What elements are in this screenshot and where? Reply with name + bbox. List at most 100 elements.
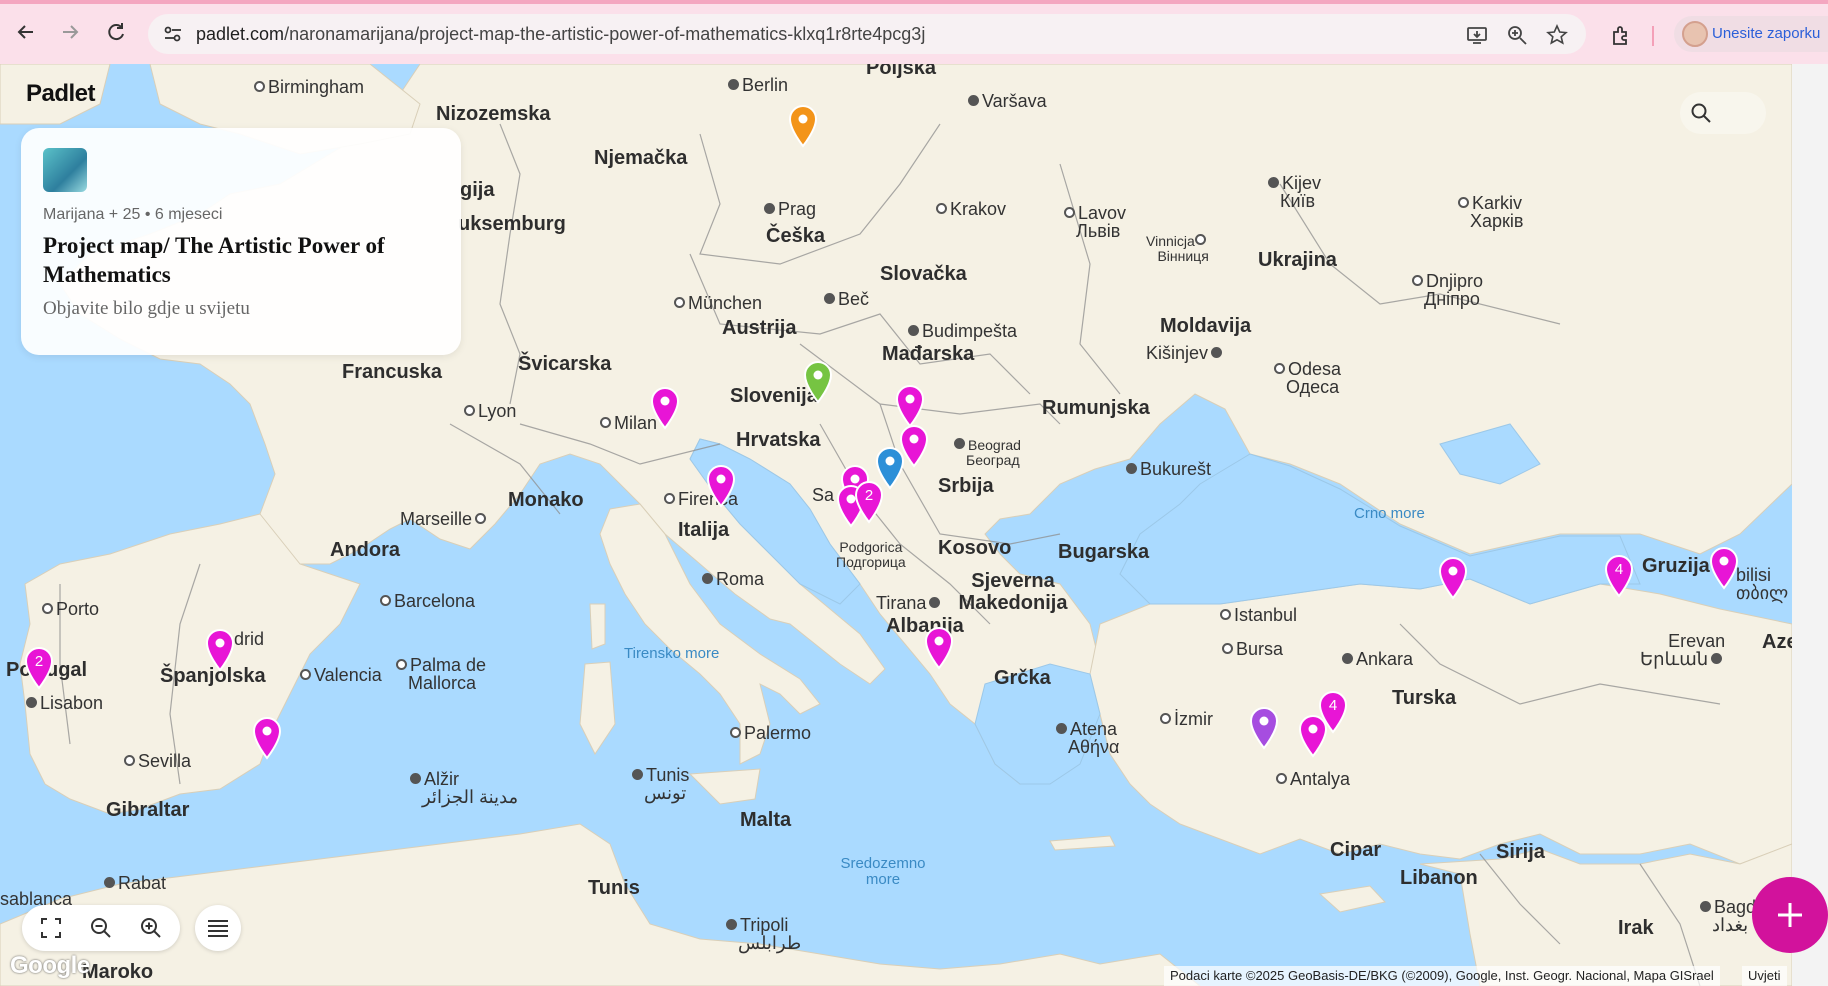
map-pin-tbilisi[interactable] bbox=[1707, 544, 1741, 590]
map-cluster-turkey[interactable]: 4 bbox=[1316, 688, 1350, 734]
label-irak: Irak bbox=[1618, 917, 1654, 939]
address-bar[interactable]: padlet.com/naronamarijana/project-map-th… bbox=[148, 14, 1586, 54]
map-terms-link[interactable]: Uvjeti bbox=[1742, 966, 1787, 986]
city-tunis: Tunis تونس bbox=[632, 766, 689, 802]
profile-label: Unesite zaporku bbox=[1712, 25, 1821, 42]
label-maroko: Maroko bbox=[82, 961, 154, 983]
fullscreen-icon[interactable] bbox=[38, 915, 64, 941]
menu-lines-icon bbox=[208, 920, 228, 937]
city-barcelona: Barcelona bbox=[380, 592, 475, 610]
label-azerbajdzan: Azer bbox=[1762, 631, 1792, 653]
map-pin-black-sea[interactable] bbox=[1436, 554, 1470, 600]
list-view-button[interactable] bbox=[195, 905, 241, 951]
city-sarajevo: Sa bbox=[812, 485, 835, 505]
zoom-out-icon[interactable] bbox=[88, 915, 114, 941]
map-attribution[interactable]: Podaci karte ©2025 GeoBasis-DE/BKG (©200… bbox=[1164, 966, 1720, 986]
label-austrija: Austrija bbox=[722, 317, 797, 339]
city-tirana: Tirana bbox=[876, 594, 943, 612]
map-pin-madrid[interactable] bbox=[203, 626, 237, 672]
avatar bbox=[1682, 21, 1708, 47]
zoom-in-icon[interactable] bbox=[138, 915, 164, 941]
map-pin-green[interactable] bbox=[801, 358, 835, 404]
label-libanon: Libanon bbox=[1400, 867, 1478, 889]
label-svicarska: Švicarska bbox=[518, 353, 612, 375]
city-valencia: Valencia bbox=[300, 666, 382, 684]
sea-crno-more: Crno more bbox=[1354, 505, 1425, 522]
label-andora: Andora bbox=[330, 539, 400, 561]
city-tripoli: Tripoli طرابلس bbox=[726, 916, 801, 952]
bookmark-star-icon[interactable] bbox=[1546, 24, 1568, 46]
label-turska: Turska bbox=[1392, 687, 1457, 709]
browser-toolbar: padlet.com/naronamarijana/project-map-th… bbox=[0, 0, 1828, 64]
label-monako: Monako bbox=[508, 489, 584, 511]
city-podgorica: Podgorica Подгорица bbox=[836, 539, 906, 570]
back-arrow-icon bbox=[17, 25, 33, 39]
city-palermo: Palermo bbox=[730, 724, 811, 742]
toolbar-divider bbox=[1652, 26, 1654, 46]
city-beograd: Beograd Београд bbox=[954, 438, 1021, 468]
site-settings-icon[interactable] bbox=[162, 23, 184, 45]
map-zoom-controls bbox=[22, 905, 180, 951]
city-antalya: Antalya bbox=[1276, 770, 1350, 788]
city-vinnicja: Vinnicja Вінниця bbox=[1146, 233, 1209, 264]
city-marseille: Marseille bbox=[400, 510, 489, 528]
map-cluster-portugal[interactable]: 2 bbox=[22, 644, 56, 690]
map-cluster-batumi[interactable]: 4 bbox=[1602, 552, 1636, 598]
city-berlin: Berlin bbox=[728, 76, 788, 94]
city-karkiv: Karkiv Харків bbox=[1458, 194, 1523, 230]
map-pin-murcia[interactable] bbox=[250, 714, 284, 760]
city-madrid: drid bbox=[234, 629, 265, 649]
label-rumunjska: Rumunjska bbox=[1042, 397, 1150, 419]
city-bukurest: Bukurešt bbox=[1126, 460, 1211, 478]
label-luksemburg: uksemburg bbox=[458, 213, 566, 235]
city-izmir: İzmir bbox=[1160, 710, 1213, 728]
label-sirija: Sirija bbox=[1496, 841, 1545, 863]
cluster-count: 2 bbox=[35, 653, 43, 670]
city-ankara: Ankara bbox=[1342, 650, 1413, 668]
city-lavov: Lavov Львів bbox=[1064, 204, 1126, 240]
label-ukrajina: Ukrajina bbox=[1258, 249, 1337, 271]
map-pin-albania[interactable] bbox=[922, 624, 956, 670]
label-nizozemska: Nizozemska bbox=[436, 103, 551, 125]
city-bec: Beč bbox=[824, 290, 869, 308]
city-atena: Atena Αθήνα bbox=[1056, 720, 1119, 756]
city-odesa: Odesa Одеса bbox=[1274, 360, 1341, 396]
map-pin-purple[interactable] bbox=[1247, 704, 1281, 750]
city-munchen: München bbox=[674, 294, 762, 312]
back-button[interactable] bbox=[12, 18, 40, 46]
label-cipar: Cipar bbox=[1330, 839, 1382, 861]
map-pin-milan[interactable] bbox=[648, 384, 682, 430]
label-slovacka: Slovačka bbox=[880, 263, 967, 285]
city-lisabon: Lisabon bbox=[26, 694, 103, 712]
label-gruzija: Gruzija bbox=[1642, 555, 1710, 577]
cluster-count: 4 bbox=[1329, 697, 1337, 714]
city-lyon: Lyon bbox=[464, 402, 516, 420]
zoom-icon[interactable] bbox=[1506, 24, 1528, 46]
profile-button[interactable]: Unesite zaporku bbox=[1674, 16, 1828, 52]
padlet-title: Project map/ The Artistic Power of Mathe… bbox=[43, 233, 385, 287]
label-hrvatska: Hrvatska bbox=[736, 429, 821, 451]
search-button[interactable] bbox=[1680, 92, 1766, 134]
forward-arrow-icon bbox=[63, 25, 79, 39]
city-istanbul: Istanbul bbox=[1220, 606, 1297, 624]
map-pin-orange[interactable] bbox=[786, 102, 820, 148]
forward-button[interactable] bbox=[56, 18, 84, 46]
padlet-info-card[interactable]: Marijana + 25 • 6 mjeseci Project map/ T… bbox=[21, 128, 461, 355]
padlet-logo[interactable]: Padlet bbox=[26, 80, 96, 108]
extensions-icon[interactable] bbox=[1610, 24, 1634, 48]
city-bursa: Bursa bbox=[1222, 640, 1283, 658]
install-app-icon[interactable] bbox=[1466, 24, 1488, 46]
sea-tirensko-more: Tirensko more bbox=[624, 645, 720, 662]
city-sevilla: Sevilla bbox=[124, 752, 191, 770]
label-moldavija: Moldavija bbox=[1160, 315, 1252, 337]
city-tbilisi: bilisi თბილ bbox=[1736, 565, 1789, 603]
map-cluster-sarajevo[interactable]: 2 bbox=[852, 478, 886, 524]
reload-button[interactable] bbox=[102, 18, 130, 46]
url-path: /naronamarijana/project-map-the-artistic… bbox=[284, 24, 926, 44]
label-poljska: Poljska bbox=[866, 64, 937, 79]
label-madarska: Mađarska bbox=[882, 343, 975, 365]
label-francuska: Francuska bbox=[342, 361, 443, 383]
add-post-button[interactable] bbox=[1752, 877, 1828, 953]
map-pin-firenca[interactable] bbox=[704, 462, 738, 508]
padlet-meta: Marijana + 25 • 6 mjeseci bbox=[43, 206, 223, 223]
